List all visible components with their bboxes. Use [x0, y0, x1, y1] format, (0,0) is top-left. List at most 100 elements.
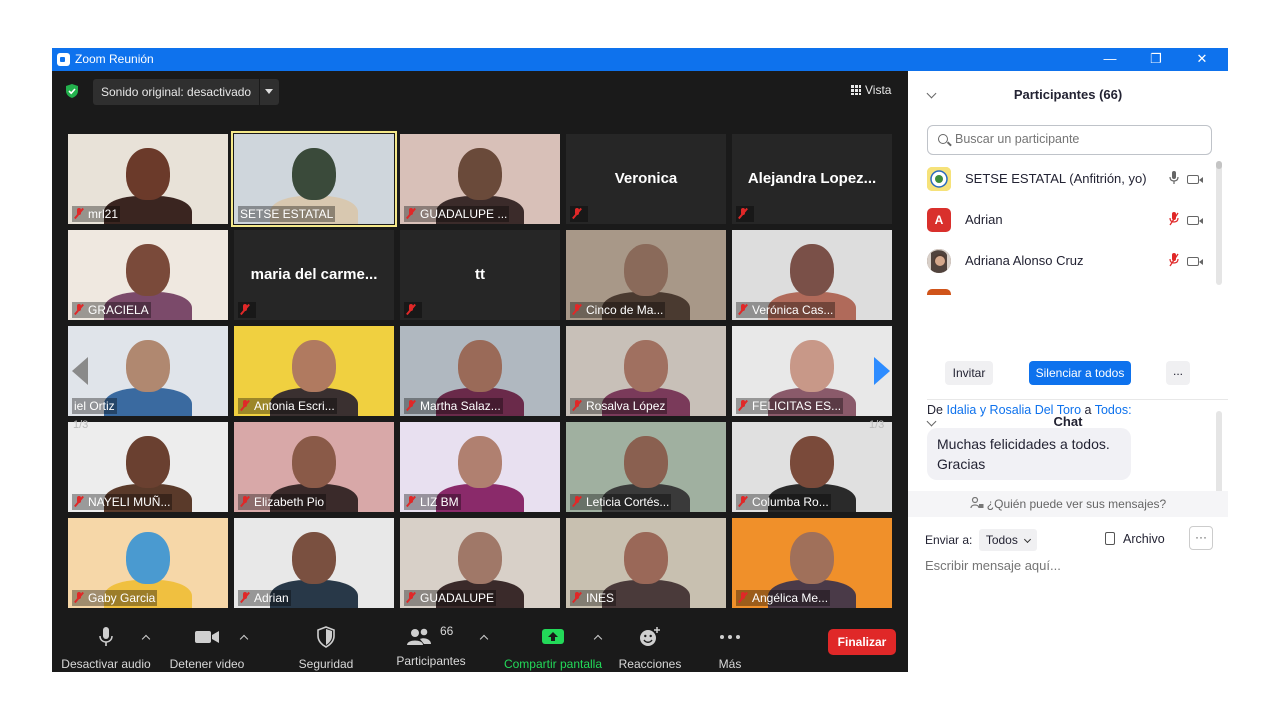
- tile-name-label: Martha Salaz...: [404, 398, 503, 414]
- restore-button[interactable]: ❐: [1133, 48, 1179, 71]
- microphone-muted-icon: [572, 496, 582, 507]
- reactions-button[interactable]: Reacciones: [614, 626, 686, 671]
- end-meeting-button[interactable]: Finalizar: [828, 629, 896, 655]
- video-tile[interactable]: Adrian: [234, 518, 394, 608]
- microphone-muted-icon: [74, 592, 84, 603]
- participants-more-button[interactable]: ...: [1166, 361, 1190, 385]
- original-sound-toggle[interactable]: Sonido original: desactivado: [93, 79, 279, 105]
- video-tile[interactable]: mrl21: [68, 134, 228, 224]
- tile-name-label: Antonia Escri...: [238, 398, 337, 414]
- video-tile[interactable]: GUADALUPE ...: [400, 134, 560, 224]
- close-button[interactable]: ✕: [1179, 48, 1225, 71]
- video-tile[interactable]: maria del carme...: [234, 230, 394, 320]
- video-tile[interactable]: FELICITAS ES...: [732, 326, 892, 416]
- video-tile[interactable]: Alejandra Lopez...: [732, 134, 892, 224]
- file-button[interactable]: Archivo: [1105, 532, 1165, 546]
- video-options-caret-icon[interactable]: [240, 634, 248, 642]
- participant-display-name: Veronica: [614, 170, 678, 187]
- tile-name-label: iel Ortiz: [72, 398, 117, 414]
- security-button[interactable]: Seguridad: [290, 626, 362, 671]
- microphone-muted-icon: [738, 208, 748, 219]
- participants-scrollbar[interactable]: [1216, 161, 1222, 285]
- microphone-muted-icon: [738, 400, 748, 411]
- mute-audio-label: Desactivar audio: [61, 657, 151, 671]
- video-tile[interactable]: Verónica Cas...: [732, 230, 892, 320]
- encryption-shield-icon[interactable]: [65, 84, 79, 98]
- invite-button[interactable]: Invitar: [945, 361, 993, 385]
- audio-options-caret-icon[interactable]: [142, 634, 150, 642]
- microphone-muted-icon: [406, 496, 416, 507]
- participant-row[interactable]: Adriana Alonso Cruz: [927, 246, 1212, 276]
- video-camera-icon[interactable]: [1187, 216, 1203, 225]
- participant-name: SETSE ESTATAL (Anfitrión, yo): [965, 171, 1147, 186]
- tile-name-label: NAYELI MUÑ...: [72, 494, 173, 510]
- participants-button[interactable]: 66 Participantes: [392, 624, 470, 668]
- chevron-down-icon: [1024, 535, 1032, 544]
- video-camera-icon[interactable]: [1187, 175, 1203, 184]
- share-screen-button[interactable]: Compartir pantalla: [500, 626, 606, 671]
- more-button[interactable]: Más: [702, 626, 758, 671]
- video-person-face: [292, 148, 336, 200]
- chat-message-bubble: Muchas felicidades a todos. Gracias: [927, 428, 1131, 480]
- participant-row[interactable]: SETSE ESTATAL (Anfitrión, yo): [927, 164, 1212, 194]
- avatar: A: [927, 208, 951, 232]
- chat-more-button[interactable]: ···: [1189, 526, 1213, 550]
- share-options-caret-icon[interactable]: [594, 634, 602, 642]
- video-tile[interactable]: Columba Ro...: [732, 422, 892, 512]
- microphone-icon[interactable]: [1169, 171, 1179, 185]
- chat-recipient[interactable]: Todos:: [1095, 403, 1132, 417]
- participant-search-field[interactable]: [927, 125, 1212, 155]
- video-person-face: [292, 436, 336, 488]
- video-tile[interactable]: LIZ BM: [400, 422, 560, 512]
- participant-row[interactable]: A Adrian: [927, 205, 1212, 235]
- minimize-button[interactable]: —: [1087, 48, 1133, 71]
- microphone-muted-icon[interactable]: [1169, 253, 1179, 267]
- video-tile[interactable]: INES: [566, 518, 726, 608]
- video-person-face: [624, 436, 668, 488]
- microphone-muted-icon[interactable]: [1169, 212, 1179, 226]
- video-tile[interactable]: NAYELI MUÑ...: [68, 422, 228, 512]
- video-tile[interactable]: SETSE ESTATAL: [231, 131, 397, 227]
- view-label: Vista: [865, 83, 892, 97]
- video-tile[interactable]: Rosalva López: [566, 326, 726, 416]
- video-tile[interactable]: Leticia Cortés...: [566, 422, 726, 512]
- original-sound-label: Sonido original: desactivado: [101, 85, 252, 99]
- video-tile[interactable]: Veronica: [566, 134, 726, 224]
- previous-page-arrow-icon[interactable]: [72, 357, 88, 385]
- mute-all-button[interactable]: Silenciar a todos: [1029, 361, 1131, 385]
- next-page-arrow-icon[interactable]: [874, 357, 890, 385]
- video-tile[interactable]: GUADALUPE: [400, 518, 560, 608]
- tile-name-label: Columba Ro...: [736, 494, 831, 510]
- tile-name-text: GUADALUPE: [420, 591, 495, 605]
- stop-video-button[interactable]: Detener video: [164, 626, 250, 671]
- video-tile[interactable]: Martha Salaz...: [400, 326, 560, 416]
- video-tile[interactable]: tt: [400, 230, 560, 320]
- video-tile[interactable]: Angélica Me...: [732, 518, 892, 608]
- tile-name-text: Leticia Cortés...: [586, 495, 670, 509]
- sound-divider: [259, 79, 260, 105]
- chat-message-input[interactable]: [925, 558, 1205, 573]
- video-camera-icon[interactable]: [1187, 257, 1203, 266]
- video-tile[interactable]: iel Ortiz: [68, 326, 228, 416]
- tile-name-label: LIZ BM: [404, 494, 461, 510]
- view-button[interactable]: Vista: [851, 83, 891, 97]
- chevron-down-icon[interactable]: [265, 89, 273, 94]
- tile-name-text: Elizabeth Pio: [254, 495, 325, 509]
- tile-name-label: GRACIELA: [72, 302, 151, 318]
- tile-name-label: [570, 206, 588, 222]
- next-participant-avatar-partial: [927, 289, 951, 295]
- tile-name-text: Cinco de Ma...: [586, 303, 664, 317]
- zoom-window: Zoom Reunión — ❐ ✕ Sonido original: desa…: [52, 48, 1228, 672]
- participant-search-input[interactable]: [955, 132, 1205, 146]
- mute-audio-button[interactable]: Desactivar audio: [60, 626, 152, 671]
- chat-sender[interactable]: Idalia y Rosalia Del Toro: [946, 403, 1081, 417]
- recipient-dropdown[interactable]: Todos: [979, 529, 1037, 551]
- video-tile[interactable]: Gaby Garcia: [68, 518, 228, 608]
- video-tile[interactable]: Cinco de Ma...: [566, 230, 726, 320]
- video-tile[interactable]: Elizabeth Pio: [234, 422, 394, 512]
- participants-options-caret-icon[interactable]: [480, 634, 488, 642]
- video-tile[interactable]: Antonia Escri...: [234, 326, 394, 416]
- video-tile[interactable]: GRACIELA: [68, 230, 228, 320]
- who-can-see-messages-link[interactable]: ¿Quién puede ver sus mensajes?: [908, 491, 1228, 517]
- file-label: Archivo: [1123, 532, 1165, 546]
